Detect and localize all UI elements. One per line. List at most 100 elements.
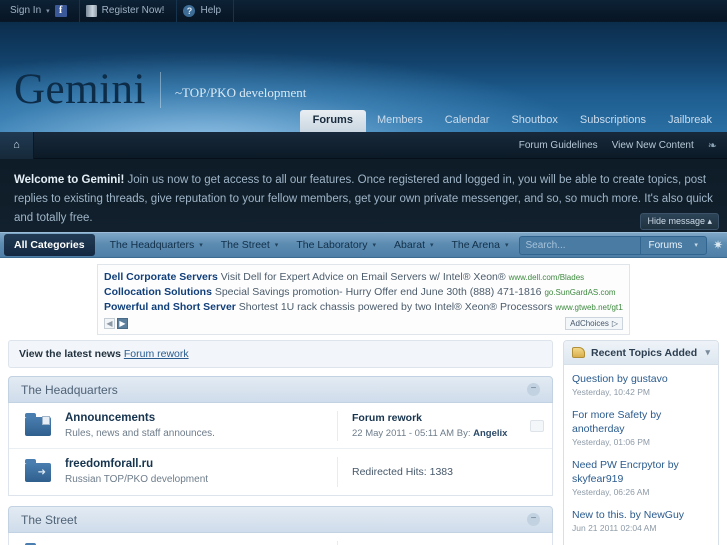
sign-in-label: Sign In <box>10 5 42 16</box>
nav-tab-members[interactable]: Members <box>366 110 434 132</box>
gear-icon[interactable]: ✷ <box>713 238 723 252</box>
recent-topics-title: Recent Topics Added <box>591 346 698 359</box>
site-tagline: ~TOP/PKO development <box>174 85 307 100</box>
last-post-author[interactable]: Angelix <box>473 428 507 439</box>
topic-time: Yesterday, 10:42 PM <box>572 387 650 397</box>
nav-tab-subscriptions[interactable]: Subscriptions <box>569 110 657 132</box>
help-icon: ? <box>183 4 196 17</box>
category-title: The Headquarters <box>21 382 118 397</box>
search-input[interactable] <box>519 236 640 254</box>
ad-item[interactable]: Collocation Solutions Special Savings pr… <box>104 285 623 300</box>
ad-title[interactable]: Powerful and Short Server <box>104 301 236 313</box>
folder-icon <box>25 412 55 438</box>
welcome-text: Welcome to Gemini! Join us now to get ac… <box>14 171 713 228</box>
topic-title[interactable]: Question by gustavo <box>572 372 710 386</box>
chevron-down-icon: ▾ <box>429 242 434 249</box>
search-scope-label: Forums <box>648 239 683 251</box>
forum-name[interactable]: freedomforall.ru <box>65 457 337 472</box>
forum-info: Announcements Rules, news and staff anno… <box>65 411 337 441</box>
list-item[interactable]: New to this. by NewGuy Jun 21 2011 02:04… <box>572 508 710 535</box>
category-header-the-street[interactable]: The Street − <box>8 506 553 533</box>
mark-read-icon[interactable] <box>530 419 544 432</box>
catnav-item-the-arena[interactable]: The Arena ▾ <box>443 235 518 255</box>
catnav-label: The Laboratory <box>296 239 368 251</box>
nav-tab-forums[interactable]: Forums <box>299 110 366 132</box>
catnav-all-categories[interactable]: All Categories <box>4 234 95 256</box>
redirect-info: Redirected Hits: 1383 <box>352 466 544 478</box>
hide-message-button[interactable]: Hide message ▴ <box>640 213 719 230</box>
nav-tab-shoutbox[interactable]: Shoutbox <box>500 110 568 132</box>
list-item[interactable]: Question by gustavo Yesterday, 10:42 PM <box>572 372 710 399</box>
nav-tab-calendar[interactable]: Calendar <box>434 110 501 132</box>
forum-row-announcements[interactable]: Announcements Rules, news and staff anno… <box>9 403 552 449</box>
nav-tab-jailbreak[interactable]: Jailbreak <box>657 110 723 132</box>
facebook-icon[interactable]: f <box>54 4 67 17</box>
catnav-label: The Arena <box>451 239 500 251</box>
topics-icon <box>572 347 585 358</box>
catnav-item-abarat[interactable]: Abarat ▾ <box>385 235 442 255</box>
advertisement-area: Dell Corporate Servers Visit Dell for Ex… <box>0 258 727 340</box>
collapse-icon[interactable]: − <box>527 513 540 526</box>
category-title: The Street <box>21 512 78 527</box>
category-header-the-headquarters[interactable]: The Headquarters − <box>8 376 553 403</box>
topic-time: Jun 21 2011 02:04 AM <box>572 523 657 533</box>
welcome-panel: Welcome to Gemini! Join us now to get ac… <box>0 159 727 232</box>
chevron-down-icon: ▾ <box>504 242 509 249</box>
recent-topics-header[interactable]: Recent Topics Added ▾ <box>564 341 718 365</box>
latest-news-link[interactable]: Forum rework <box>124 348 189 360</box>
forum-row-general-discussion[interactable]: General Discussion Gemini Dropbox Folder <box>9 533 552 545</box>
home-button[interactable]: ⌂ <box>0 131 34 159</box>
help-link[interactable]: ? Help <box>177 0 235 22</box>
column-divider <box>337 410 338 441</box>
topic-title[interactable]: Need PW Encrpytor by skyfear919 <box>572 458 710 486</box>
search-scope-select[interactable]: Forums ▾ <box>639 236 706 254</box>
topic-title[interactable]: New to this. by NewGuy <box>572 508 710 522</box>
forum-name[interactable]: Announcements <box>65 411 337 426</box>
topic-time: Yesterday, 01:06 PM <box>572 437 650 447</box>
forum-table: Announcements Rules, news and staff anno… <box>8 403 553 496</box>
ad-prev-icon[interactable]: ◀ <box>104 318 115 329</box>
column-divider <box>337 541 338 545</box>
ad-url[interactable]: www.gtweb.net/gt116.. <box>555 303 623 312</box>
site-logo[interactable]: Gemini ~TOP/PKO development <box>14 68 306 111</box>
adchoices-button[interactable]: AdChoices ▷ <box>565 317 623 330</box>
list-item[interactable]: For more Safety by anotherday Yesterday,… <box>572 408 710 449</box>
catnav-item-the-headquarters[interactable]: The Headquarters ▾ <box>101 235 212 255</box>
folder-page-icon <box>42 415 50 425</box>
forum-guidelines-link[interactable]: Forum Guidelines <box>519 140 598 151</box>
ad-pagination: ◀ ▶ <box>104 318 128 329</box>
register-now-link[interactable]: Register Now! <box>80 0 178 22</box>
view-new-content-link[interactable]: View New Content <box>612 140 694 151</box>
catnav-item-the-laboratory[interactable]: The Laboratory ▾ <box>287 235 385 255</box>
ad-url[interactable]: www.dell.com/Blades <box>509 273 585 282</box>
forum-info: freedomforall.ru Russian TOP/PKO develop… <box>65 457 337 487</box>
list-item[interactable]: Need PW Encrpytor by skyfear919 Yesterda… <box>572 458 710 499</box>
catnav-label: The Headquarters <box>109 239 195 251</box>
catnav-label: The Street <box>220 239 270 251</box>
catnav-item-the-street[interactable]: The Street ▾ <box>212 235 288 255</box>
ad-item[interactable]: Dell Corporate Servers Visit Dell for Ex… <box>104 270 623 285</box>
ad-title[interactable]: Dell Corporate Servers <box>104 271 218 283</box>
topic-time: Yesterday, 06:26 AM <box>572 487 650 497</box>
forum-table: General Discussion Gemini Dropbox Folder <box>8 533 553 545</box>
recent-topics-box: Recent Topics Added ▾ Question by gustav… <box>563 340 719 545</box>
topic-title[interactable]: For more Safety by anotherday <box>572 408 710 436</box>
ad-url[interactable]: go.SunGardAS.com <box>544 288 615 297</box>
rss-icon[interactable]: ❧ <box>708 139 717 152</box>
top-utility-bar: Sign In ▾ f Register Now! ? Help <box>0 0 727 22</box>
collapse-icon[interactable]: − <box>527 383 540 396</box>
last-post-title[interactable]: Forum rework <box>352 411 524 426</box>
sign-in-menu[interactable]: Sign In ▾ f <box>8 0 80 22</box>
search-box: Forums ▾ <box>518 235 707 255</box>
chevron-down-icon[interactable]: ▾ <box>705 347 710 358</box>
chevron-down-icon: ▾ <box>372 242 377 249</box>
ad-title[interactable]: Collocation Solutions <box>104 286 212 298</box>
chevron-down-icon: ▾ <box>274 242 279 249</box>
help-label: Help <box>200 5 222 16</box>
forum-row-freedomforall[interactable]: ➜ freedomforall.ru Russian TOP/PKO devel… <box>9 449 552 495</box>
google-ads-box: Dell Corporate Servers Visit Dell for Ex… <box>97 264 630 335</box>
logo-text: Gemini <box>14 66 146 113</box>
main-navigation: Forums Members Calendar Shoutbox Subscri… <box>299 110 727 132</box>
ad-item[interactable]: Powerful and Short Server Shortest 1U ra… <box>104 300 623 315</box>
ad-next-icon[interactable]: ▶ <box>117 318 128 329</box>
